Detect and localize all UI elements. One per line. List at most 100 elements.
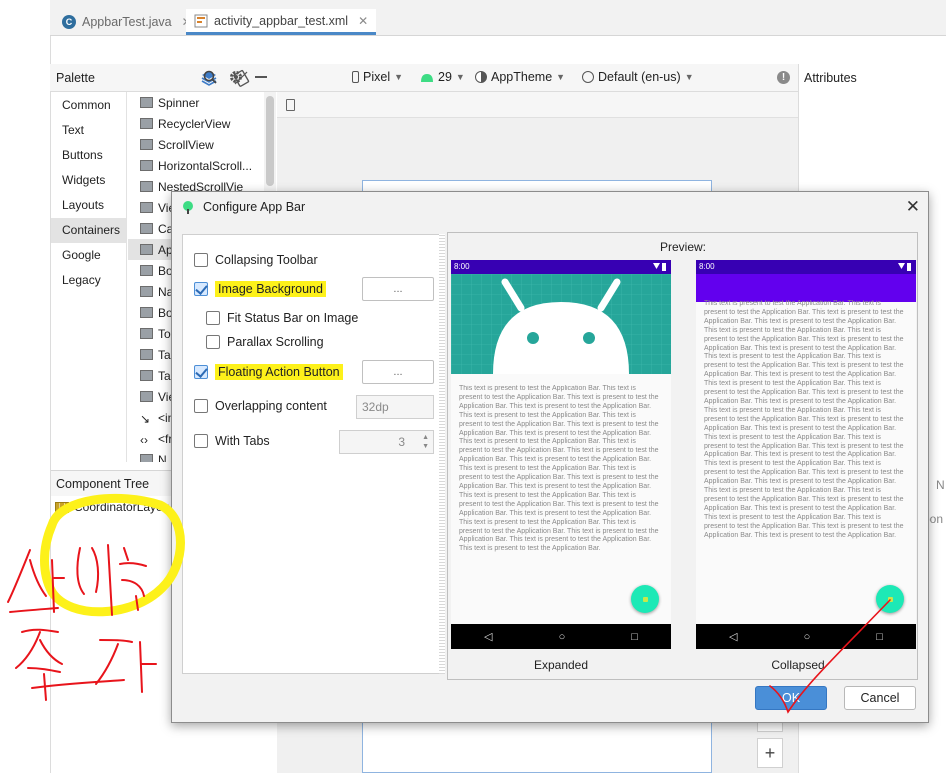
parallax-scrolling-checkbox[interactable]	[206, 335, 220, 349]
locale-selector[interactable]: Default (en-us) ▼	[582, 70, 694, 84]
with-tabs-checkbox[interactable]	[194, 434, 208, 448]
floating-action-button-option[interactable]: Floating Action Button	[194, 364, 343, 380]
fab-icon	[642, 596, 648, 602]
overlap-amount-field[interactable]: 32dp	[356, 395, 434, 419]
close-icon[interactable]: ✕	[906, 198, 920, 215]
expanded-preview-phone: 8:00 This text is present to test the Ap…	[451, 260, 671, 649]
editor-tab-bar: C AppbarTest.java ✕ activity_appbar_test…	[50, 0, 946, 36]
option-label: Collapsing Toolbar	[215, 253, 318, 267]
collapsing-toolbar-checkbox[interactable]	[194, 253, 208, 267]
navigation-bar: ◁ ○ □	[451, 624, 671, 649]
palette-category[interactable]: Google	[51, 243, 126, 268]
floating-action-button	[631, 585, 659, 613]
status-bar: 8:00	[451, 260, 671, 274]
widget-icon	[140, 349, 153, 360]
chevron-down-icon: ▼	[684, 72, 694, 82]
back-icon: ◁	[484, 631, 493, 643]
tab-appbartest-java[interactable]: C AppbarTest.java ✕	[54, 9, 200, 35]
with-tabs-option[interactable]: With Tabs	[194, 434, 270, 448]
component-tree-title: Component Tree	[56, 477, 150, 491]
palette-category-selected[interactable]: Containers	[51, 218, 126, 243]
api-level-selector[interactable]: 29 ▼	[420, 70, 465, 84]
device-label: Pixel	[363, 70, 391, 84]
tab-count-spinner[interactable]: 3 ▲ ▼	[339, 430, 434, 454]
fit-status-bar-checkbox[interactable]	[206, 311, 220, 325]
overlapping-content-option[interactable]: Overlapping content	[194, 399, 327, 413]
globe-icon	[582, 71, 594, 83]
blueprint-icon[interactable]	[286, 99, 295, 111]
body-text: This text is present to test the Applica…	[459, 385, 659, 553]
ok-button[interactable]: OK	[755, 686, 827, 710]
scrollbar-thumb[interactable]	[266, 96, 274, 186]
fab-icon	[887, 596, 893, 602]
status-time: 8:00	[454, 262, 470, 271]
image-background-checkbox[interactable]	[194, 282, 208, 296]
image-background-browse-button[interactable]: ...	[362, 277, 434, 301]
palette-categories: Common Text Buttons Widgets Layouts Cont…	[51, 92, 127, 462]
image-background-option[interactable]: Image Background	[194, 281, 326, 297]
palette-item-label: Spinner	[158, 95, 200, 110]
tab-activity-appbar-test-xml[interactable]: activity_appbar_test.xml ✕	[186, 9, 377, 35]
palette-item[interactable]: HorizontalScroll...	[128, 155, 263, 176]
palette-item[interactable]: Spinner	[128, 92, 263, 113]
palette-category[interactable]: Buttons	[51, 143, 126, 168]
widget-icon	[140, 244, 153, 255]
yellow-circle-mark	[40, 493, 185, 617]
palette-category[interactable]: Widgets	[51, 168, 126, 193]
theme-selector[interactable]: AppTheme ▼	[475, 70, 565, 84]
palette-category[interactable]: Text	[51, 118, 126, 143]
tab-count-value: 3	[398, 435, 405, 449]
chevron-down-icon: ▼	[455, 72, 465, 82]
close-icon[interactable]: ✕	[358, 14, 368, 28]
cancel-button[interactable]: Cancel	[844, 686, 916, 710]
palette-category[interactable]: Common	[51, 93, 126, 118]
dialog-title: Configure App Bar	[203, 200, 306, 214]
locale-label: Default (en-us)	[598, 70, 681, 84]
collapsed-preview-phone: 8:00 This text is present to test the Ap…	[696, 260, 916, 649]
palette-item-label: ScrollView	[158, 137, 214, 152]
component-tree-root[interactable]: CoordinatorLayou	[55, 500, 169, 514]
options-panel-splitter[interactable]	[439, 234, 445, 674]
gear-icon[interactable]	[229, 70, 243, 84]
configure-app-bar-dialog: Configure App Bar ✕ Collapsing Toolbar I…	[171, 191, 929, 723]
floating-action-button-checkbox[interactable]	[194, 365, 208, 379]
fit-status-bar-option[interactable]: Fit Status Bar on Image	[206, 311, 358, 325]
collapsed-app-bar	[696, 274, 916, 302]
option-label: Image Background	[215, 281, 326, 297]
signal-battery-icon	[653, 263, 666, 271]
phone-icon	[352, 71, 359, 83]
palette-item[interactable]: ScrollView	[128, 134, 263, 155]
widget-icon	[140, 307, 153, 318]
palette-category[interactable]: Layouts	[51, 193, 126, 218]
search-icon[interactable]	[203, 70, 217, 84]
zoom-in-button[interactable]: +	[757, 738, 783, 768]
back-icon: ◁	[729, 631, 738, 643]
palette-item[interactable]: RecyclerView	[128, 113, 263, 134]
floating-action-button	[876, 585, 904, 613]
android-studio-window: C AppbarTest.java ✕ activity_appbar_test…	[0, 0, 946, 773]
recents-icon: □	[876, 630, 883, 643]
widget-icon	[140, 265, 153, 276]
widget-icon	[140, 160, 153, 171]
expanded-caption: Expanded	[533, 658, 589, 672]
widget-icon	[140, 370, 153, 381]
fragment-icon: ‹›	[140, 433, 148, 447]
widget-icon	[140, 223, 153, 234]
warning-icon[interactable]: !	[777, 71, 790, 84]
widget-icon	[140, 118, 153, 129]
android-logo-icon	[451, 274, 671, 374]
minimize-icon[interactable]	[255, 76, 267, 78]
collapsing-toolbar-option[interactable]: Collapsing Toolbar	[194, 253, 318, 267]
fab-icon-browse-button[interactable]: ...	[362, 360, 434, 384]
palette-category[interactable]: Legacy	[51, 268, 126, 293]
option-label: Floating Action Button	[215, 364, 343, 380]
include-icon: ↘	[140, 412, 151, 426]
android-icon	[420, 72, 434, 82]
overlapping-content-checkbox[interactable]	[194, 399, 208, 413]
palette-item-label: N	[158, 452, 167, 463]
java-class-icon: C	[62, 15, 76, 29]
spinner-arrows-icon[interactable]: ▲ ▼	[422, 433, 429, 451]
status-time: 8:00	[699, 262, 715, 271]
device-selector[interactable]: Pixel ▼	[352, 70, 403, 84]
parallax-scrolling-option[interactable]: Parallax Scrolling	[206, 335, 324, 349]
